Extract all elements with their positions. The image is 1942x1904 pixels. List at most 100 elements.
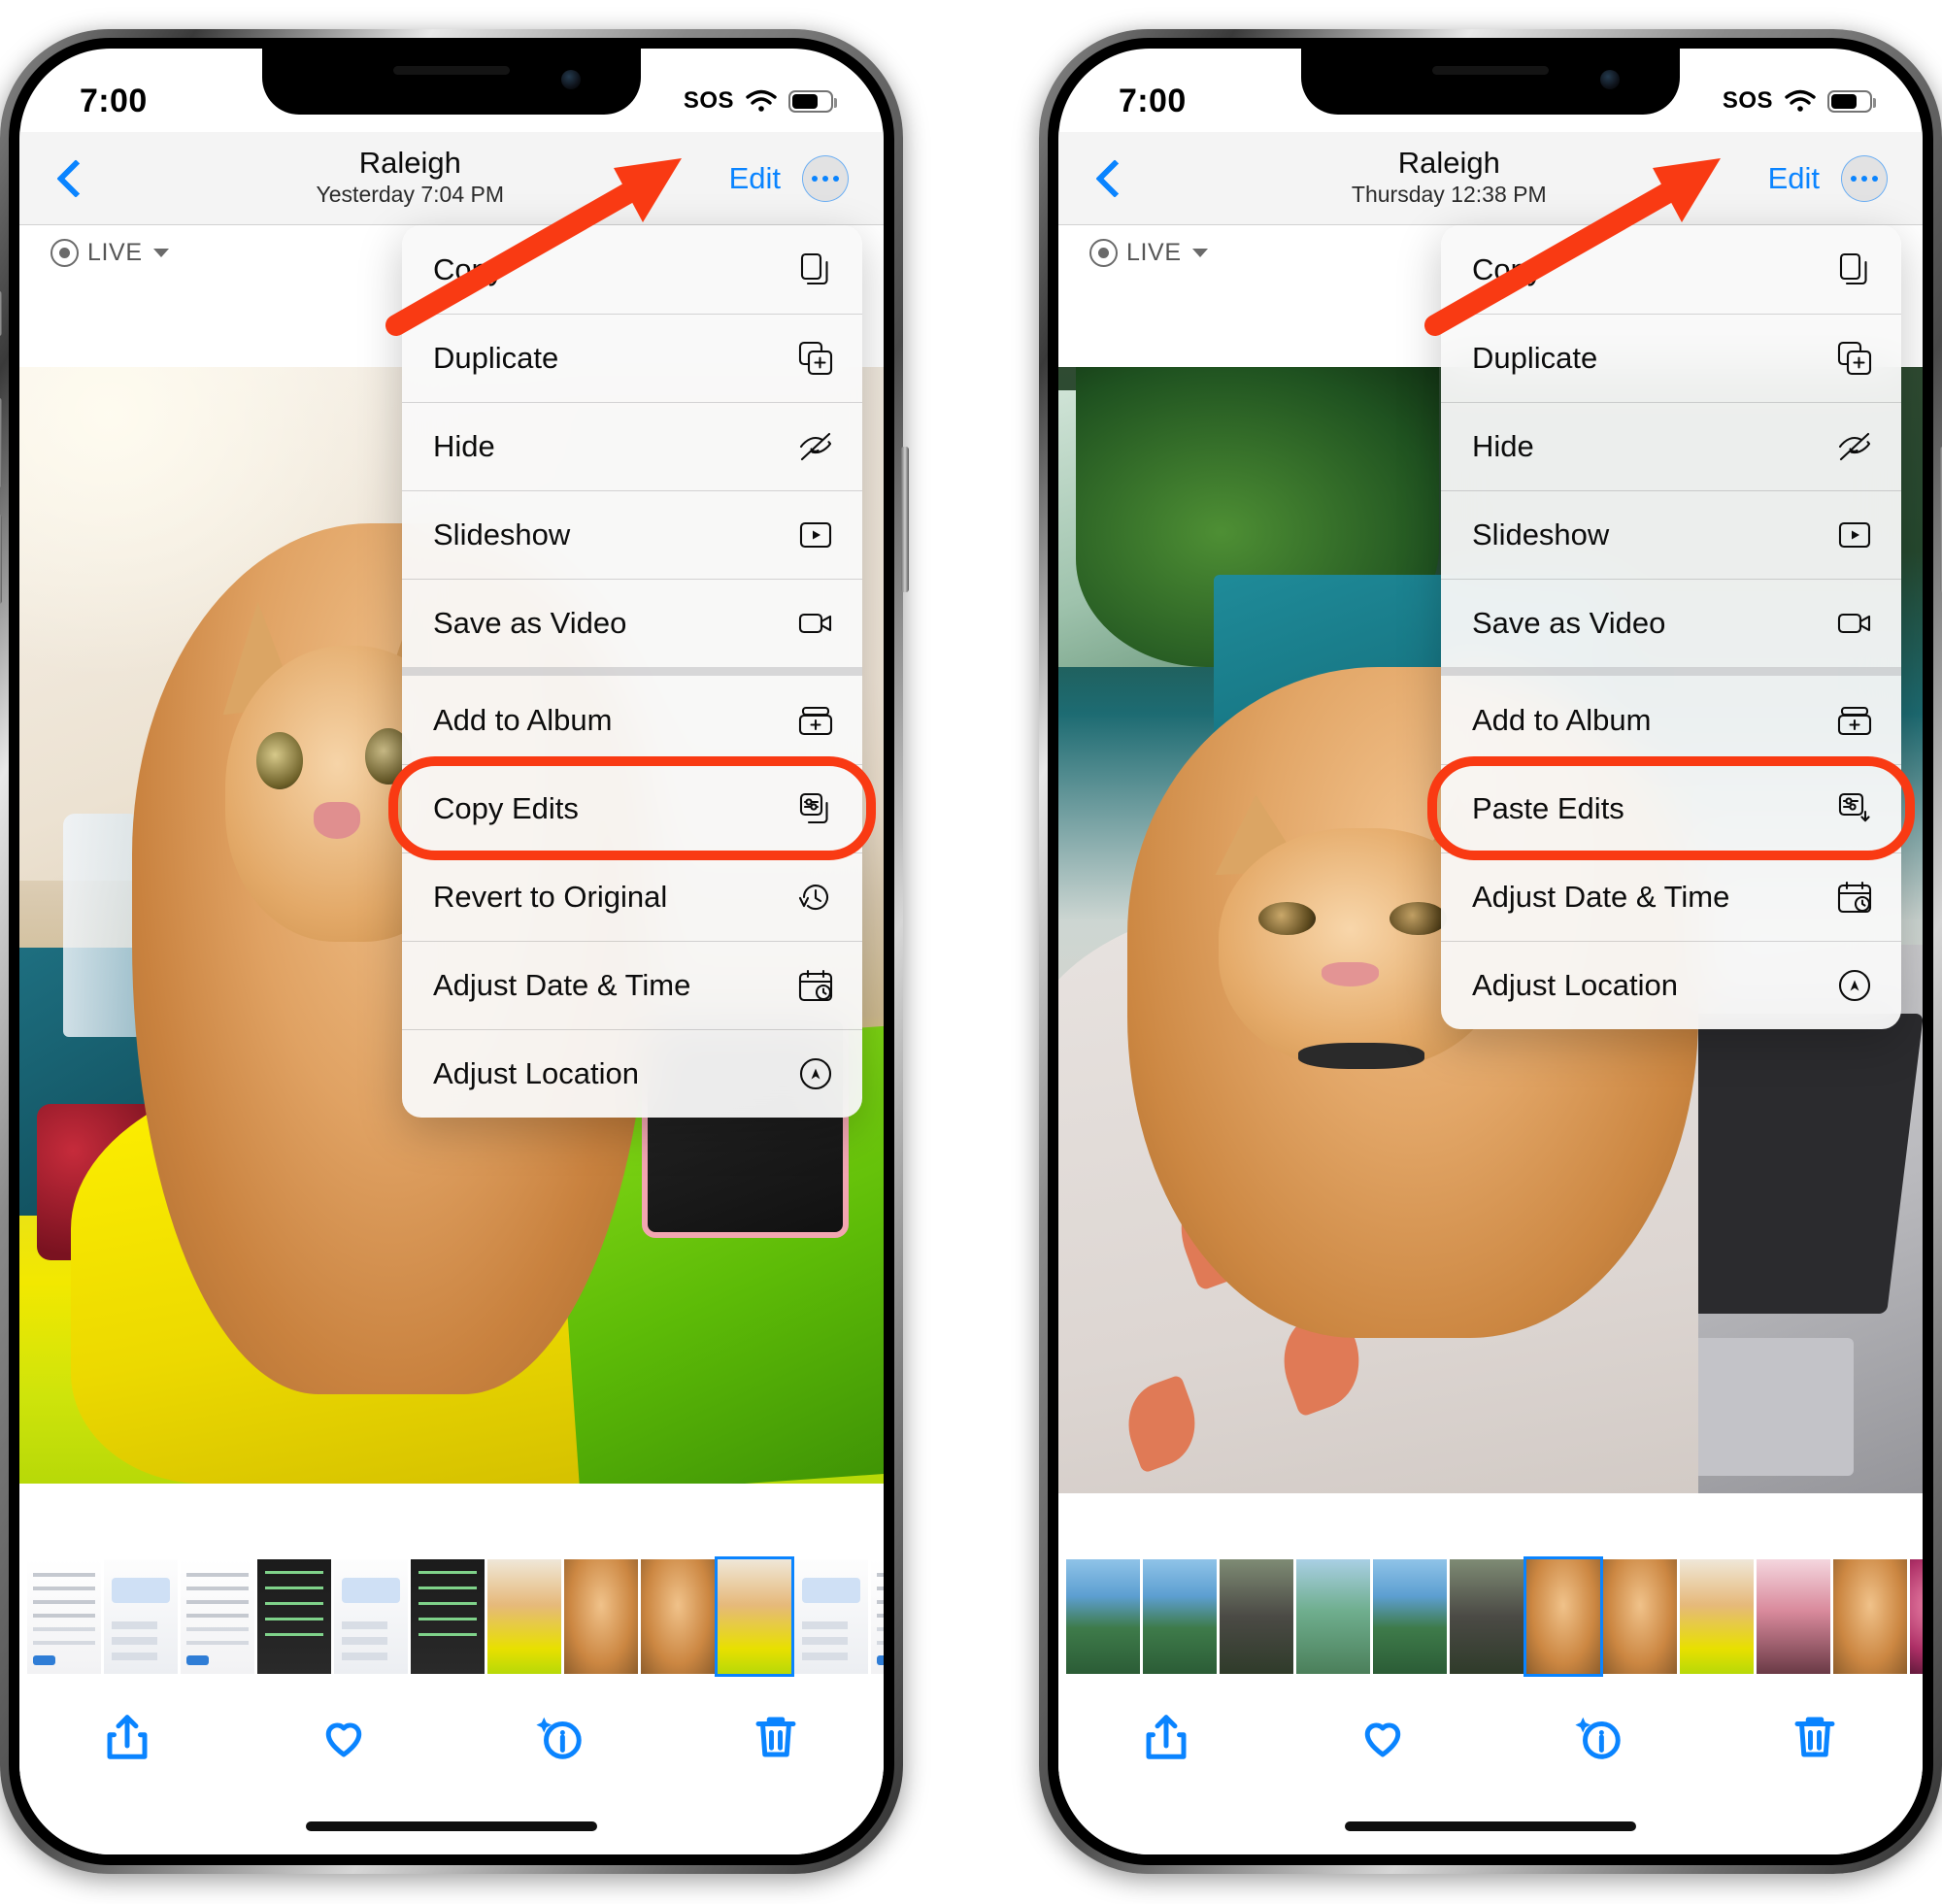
status-time: 7:00 — [1119, 82, 1187, 119]
menu-item-paste-edits[interactable]: Paste Edits — [1441, 764, 1901, 852]
edit-button[interactable]: Edit — [729, 161, 781, 196]
live-photo-badge[interactable]: LIVE — [1089, 239, 1208, 267]
filmstrip-left[interactable] — [19, 1556, 884, 1677]
filmstrip-thumb[interactable] — [794, 1559, 868, 1674]
filmstrip-thumb[interactable] — [1143, 1559, 1217, 1674]
photo-timestamp: Thursday 12:38 PM — [1351, 182, 1547, 208]
filmstrip-thumb[interactable] — [411, 1559, 485, 1674]
edit-button[interactable]: Edit — [1768, 161, 1820, 196]
menu-item-copy-edits[interactable]: Copy Edits — [402, 764, 862, 852]
info-button[interactable] — [1566, 1705, 1630, 1769]
menu-item-add-to-album[interactable]: Add to Album — [1441, 676, 1901, 764]
filmstrip-thumb[interactable] — [27, 1559, 101, 1674]
hide-eye-icon — [794, 425, 837, 468]
context-menu-right[interactable]: Copy Duplicate Hide Slideshow Save as Video A… — [1441, 225, 1901, 1029]
menu-item-label: Slideshow — [433, 518, 571, 551]
filmstrip-thumb-selected[interactable] — [715, 1556, 794, 1677]
filmstrip-thumb[interactable] — [1680, 1559, 1754, 1674]
context-menu-left[interactable]: Copy Duplicate Hide Slideshow Save as Video A… — [402, 225, 862, 1118]
front-camera — [561, 70, 581, 89]
menu-item-adjust-date-time[interactable]: Adjust Date & Time — [1441, 852, 1901, 941]
nav-actions-left: Edit — [729, 154, 849, 202]
filmstrip-thumb[interactable] — [1910, 1559, 1923, 1674]
info-button[interactable] — [527, 1705, 591, 1769]
hide-eye-icon — [1833, 425, 1876, 468]
filmstrip-right[interactable] — [1058, 1556, 1923, 1677]
back-button[interactable] — [49, 157, 91, 200]
filmstrip-thumb[interactable] — [181, 1559, 254, 1674]
duplicate-icon — [1833, 337, 1876, 380]
filmstrip-thumb[interactable] — [1066, 1559, 1140, 1674]
filmstrip-thumb[interactable] — [334, 1559, 408, 1674]
menu-item-slideshow[interactable]: Slideshow — [1441, 490, 1901, 579]
volume-up-button[interactable] — [0, 398, 2, 487]
phone-bezel-left: 7:00 SOS Raleigh Yesterday 7:04 PM Edit … — [9, 38, 894, 1865]
favorite-button[interactable] — [312, 1705, 376, 1769]
filmstrip-thumb[interactable] — [871, 1559, 884, 1674]
silent-switch[interactable] — [0, 291, 2, 336]
menu-item-hide[interactable]: Hide — [402, 402, 862, 490]
screen-right: 7:00 SOS Raleigh Thursday 12:38 PM Edit … — [1058, 49, 1923, 1854]
favorite-button[interactable] — [1351, 1705, 1415, 1769]
context-menu-group: Add to Album Paste Edits Adjust Date & Tim… — [1441, 667, 1901, 1029]
filmstrip-thumb[interactable] — [487, 1559, 561, 1674]
home-indicator[interactable] — [306, 1821, 597, 1831]
photo-timestamp: Yesterday 7:04 PM — [316, 182, 505, 208]
filmstrip-thumb[interactable] — [564, 1559, 638, 1674]
menu-item-copy[interactable]: Copy — [402, 225, 862, 314]
filmstrip-thumb[interactable] — [1373, 1559, 1447, 1674]
filmstrip-thumb[interactable] — [1450, 1559, 1523, 1674]
wifi-icon — [1785, 89, 1816, 113]
menu-item-label: Add to Album — [1472, 702, 1652, 737]
home-indicator[interactable] — [1345, 1821, 1636, 1831]
menu-item-add-to-album[interactable]: Add to Album — [402, 676, 862, 764]
volume-down-button[interactable] — [0, 515, 2, 604]
sos-indicator: SOS — [683, 87, 734, 114]
menu-item-duplicate[interactable]: Duplicate — [402, 314, 862, 402]
menu-item-label: Add to Album — [433, 702, 613, 737]
live-photo-badge[interactable]: LIVE — [50, 239, 169, 267]
live-photo-icon — [1089, 239, 1118, 267]
iphone-right: 7:00 SOS Raleigh Thursday 12:38 PM Edit … — [1039, 29, 1942, 1874]
menu-item-label: Copy — [1472, 251, 1543, 286]
menu-item-duplicate[interactable]: Duplicate — [1441, 314, 1901, 402]
filmstrip-thumb[interactable] — [104, 1559, 178, 1674]
calendar-clock-icon — [794, 964, 837, 1007]
back-button[interactable] — [1088, 157, 1130, 200]
add-to-album-icon — [1833, 699, 1876, 742]
filmstrip-thumb-selected[interactable] — [1523, 1556, 1603, 1677]
delete-button[interactable] — [1783, 1705, 1847, 1769]
menu-item-adjust-location[interactable]: Adjust Location — [402, 1029, 862, 1118]
menu-item-revert-to-original[interactable]: Revert to Original — [402, 852, 862, 941]
menu-item-hide[interactable]: Hide — [1441, 402, 1901, 490]
context-menu-group: Add to Album Copy Edits Revert to Original… — [402, 667, 862, 1118]
filmstrip-thumb[interactable] — [1833, 1559, 1907, 1674]
context-menu-group: Copy Duplicate Hide Slideshow Save as Video — [402, 225, 862, 667]
filmstrip-thumb[interactable] — [1296, 1559, 1370, 1674]
wifi-icon — [746, 89, 777, 113]
more-options-button[interactable] — [1841, 154, 1888, 202]
delete-button[interactable] — [744, 1705, 808, 1769]
page-title: Raleigh — [1397, 145, 1500, 180]
battery-icon — [1827, 89, 1876, 113]
menu-item-label: Adjust Location — [1472, 968, 1678, 1002]
revert-icon — [794, 876, 837, 919]
menu-item-save-as-video[interactable]: Save as Video — [402, 579, 862, 667]
share-button[interactable] — [1134, 1705, 1198, 1769]
menu-item-copy[interactable]: Copy — [1441, 225, 1901, 314]
filmstrip-thumb[interactable] — [257, 1559, 331, 1674]
filmstrip-thumb[interactable] — [1603, 1559, 1677, 1674]
menu-item-label: Revert to Original — [433, 880, 668, 914]
menu-item-save-as-video[interactable]: Save as Video — [1441, 579, 1901, 667]
menu-item-adjust-location[interactable]: Adjust Location — [1441, 941, 1901, 1029]
more-options-button[interactable] — [802, 154, 849, 202]
menu-item-adjust-date-time[interactable]: Adjust Date & Time — [402, 941, 862, 1029]
slideshow-icon — [794, 514, 837, 556]
share-button[interactable] — [95, 1705, 159, 1769]
notch-right — [1301, 49, 1680, 115]
menu-item-slideshow[interactable]: Slideshow — [402, 490, 862, 579]
power-button[interactable] — [901, 447, 909, 592]
filmstrip-thumb[interactable] — [1757, 1559, 1830, 1674]
filmstrip-thumb[interactable] — [641, 1559, 715, 1674]
filmstrip-thumb[interactable] — [1220, 1559, 1293, 1674]
